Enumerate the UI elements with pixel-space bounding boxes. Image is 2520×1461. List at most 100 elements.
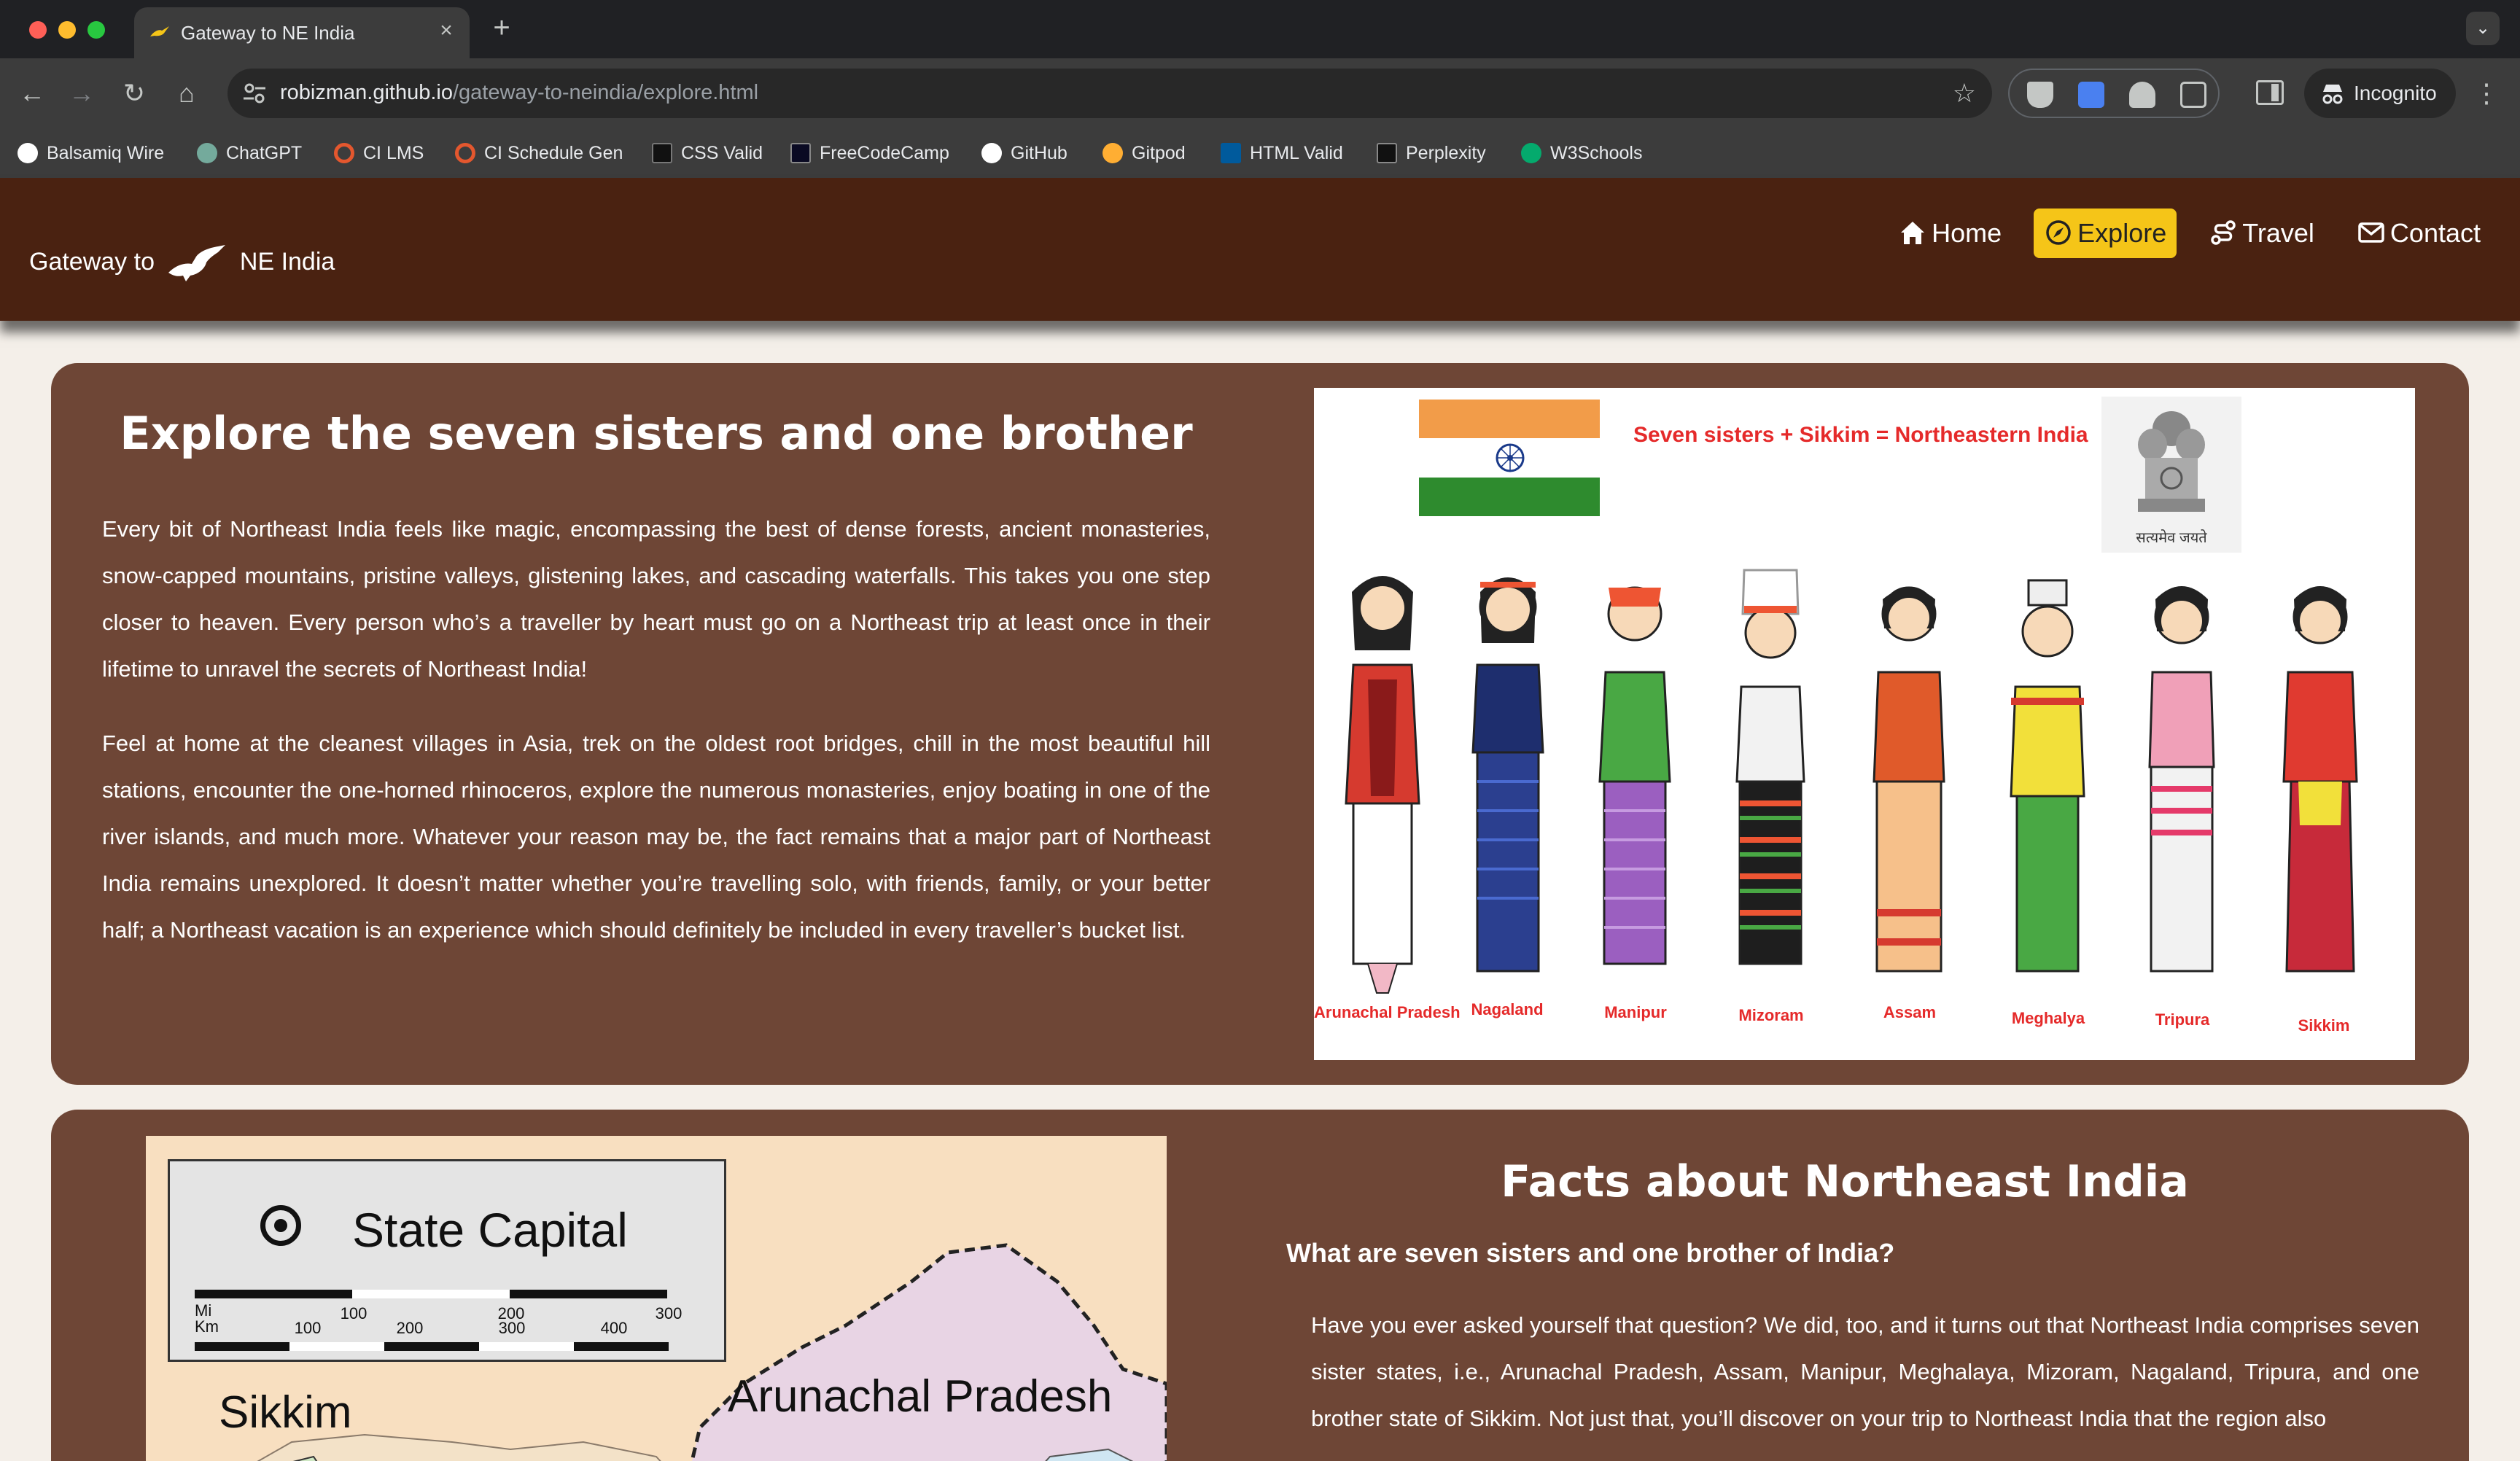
bookmark-label: ChatGPT (226, 143, 303, 163)
manipur-figure (1598, 586, 1671, 965)
bookmark-gitpod[interactable]: Gitpod (1102, 140, 1186, 166)
nav-home[interactable]: Home (1888, 209, 2012, 258)
url-host: robizman.github.io (280, 81, 453, 104)
window-close-button[interactable] (29, 21, 47, 39)
bookmark-html-valid[interactable]: HTML Valid (1221, 140, 1343, 166)
address-bar[interactable]: robizman.github.io/gateway-to-neindia/ex… (228, 69, 1992, 118)
url-path: /gateway-to-neindia/explore.html (452, 81, 759, 104)
map-legend: State Capital Mi Km 100 200 300 100 200 … (168, 1159, 726, 1362)
new-tab-button[interactable]: + (487, 13, 516, 42)
incognito-profile-button[interactable]: Incognito (2304, 69, 2456, 118)
scale-unit-km: Km (195, 1317, 219, 1336)
bookmark-ci-schedule[interactable]: CI Schedule Gen (455, 140, 623, 166)
state-label-nagaland: Nagaland (1471, 1000, 1544, 1018)
brand-text-right: NE India (239, 248, 335, 276)
tab-close-icon[interactable]: × (435, 19, 458, 42)
bookmark-css-valid[interactable]: CSS Valid (652, 140, 763, 166)
compass-icon (2046, 220, 2071, 245)
ci-icon (455, 143, 475, 163)
site-settings-icon[interactable] (242, 82, 267, 105)
site-header: Gateway to NE India Home Explore Travel … (0, 178, 2520, 321)
nav-travel[interactable]: Travel (2198, 209, 2325, 258)
brand-logo-link[interactable]: Gateway to NE India (29, 244, 335, 281)
more-menu-icon[interactable]: ⋮ (2472, 76, 2501, 111)
state-capital-icon (260, 1205, 301, 1246)
w3schools-icon (1521, 143, 1541, 163)
nav-contact[interactable]: Contact (2346, 209, 2491, 258)
nav-label: Explore (2077, 218, 2167, 248)
reload-icon[interactable]: ↻ (115, 74, 153, 112)
legend-label: State Capital (352, 1203, 628, 1257)
shield-extension-icon[interactable] (2027, 82, 2053, 108)
ci-icon (334, 143, 354, 163)
bookmark-w3schools[interactable]: W3Schools (1521, 140, 1642, 166)
facts-question: What are seven sisters and one brother o… (1286, 1238, 1895, 1268)
incognito-icon (2322, 85, 2343, 104)
scale-mi-tick: 300 (656, 1304, 682, 1322)
w3c-icon (1221, 143, 1241, 163)
bookmark-label: CSS Valid (681, 143, 763, 163)
route-icon (2211, 220, 2236, 245)
northeast-india-map: State Capital Mi Km 100 200 300 100 200 … (146, 1136, 1167, 1461)
nav-explore[interactable]: Explore (2034, 209, 2177, 258)
state-label-mizoram: Mizoram (1738, 1006, 1804, 1024)
bookmark-perplexity[interactable]: Perplexity (1377, 140, 1486, 166)
bookmark-ci-lms[interactable]: CI LMS (334, 140, 424, 166)
bird-favicon-icon (150, 26, 169, 36)
bookmark-chatgpt[interactable]: ChatGPT (197, 140, 302, 166)
tab-title: Gateway to NE India (181, 22, 355, 44)
bookmark-label: Gitpod (1132, 143, 1186, 163)
national-emblem-icon: सत्यमेव जयते (2101, 397, 2241, 553)
facts-title: Facts about Northeast India (1501, 1156, 2189, 1207)
arunachal-pradesh-figure (1345, 576, 1420, 994)
scale-km-tick: 300 (499, 1319, 526, 1337)
meghalaya-figure (2010, 579, 2085, 973)
puzzle-extensions-icon[interactable] (2180, 82, 2206, 108)
emblem-motto: सत्यमेव जयते (2136, 530, 2207, 546)
map-scale-bar: Mi Km 100 200 300 100 200 300 400 (195, 1290, 682, 1351)
bookmark-label: FreeCodeCamp (820, 143, 949, 163)
home-icon[interactable]: ⌂ (168, 74, 206, 112)
bookmark-label: GitHub (1011, 143, 1068, 163)
map-label-sikkim: Sikkim (219, 1387, 352, 1438)
window-zoom-button[interactable] (88, 21, 105, 39)
brand-text-left: Gateway to (29, 248, 155, 276)
url-text: robizman.github.io/gateway-to-neindia/ex… (280, 81, 758, 105)
tab-search-chevron-icon[interactable]: ⌄ (2466, 12, 2500, 45)
browser-toolbar: ← → ↻ ⌂ robizman.github.io/gateway-to-ne… (0, 58, 2520, 128)
bookmarks-bar: Balsamiq Wire ChatGPT CI LMS CI Schedule… (0, 128, 2520, 178)
bookmark-label: Perplexity (1406, 143, 1486, 163)
map-label-arunachal: Arunachal Pradesh (728, 1371, 1113, 1422)
explore-title: Explore the seven sisters and one brothe… (120, 407, 1193, 460)
bookmark-star-icon[interactable]: ☆ (1953, 79, 1976, 108)
back-arrow-icon[interactable]: ← (13, 74, 51, 112)
state-label-sikkim: Sikkim (2298, 1016, 2350, 1035)
browser-tab-strip: Gateway to NE India × + ⌄ (0, 0, 2520, 58)
browser-tab[interactable]: Gateway to NE India × (134, 7, 470, 58)
facts-section: State Capital Mi Km 100 200 300 100 200 … (51, 1110, 2469, 1461)
window-minimize-button[interactable] (58, 21, 76, 39)
scale-mi-tick: 100 (341, 1304, 368, 1322)
bookmark-label: W3Schools (1550, 143, 1643, 163)
state-label-tripura: Tripura (2155, 1010, 2210, 1029)
bookmark-label: Balsamiq Wire (47, 143, 165, 163)
bookmark-balsamiq[interactable]: Balsamiq Wire (18, 140, 164, 166)
facts-paragraph: Have you ever asked yourself that questi… (1311, 1312, 2419, 1431)
bookmark-github[interactable]: GitHub (981, 140, 1068, 166)
freecodecamp-icon (790, 143, 811, 163)
assam-figure (1872, 586, 1945, 973)
cloud-extension-icon[interactable] (2129, 82, 2155, 108)
bookmark-freecodecamp[interactable]: FreeCodeCamp (790, 140, 949, 166)
nav-label: Travel (2242, 218, 2314, 248)
chatgpt-icon (197, 143, 217, 163)
css-icon (652, 143, 672, 163)
forward-arrow-icon[interactable]: → (63, 74, 101, 112)
hornbill-bird-icon (168, 245, 226, 281)
state-label-assam: Assam (1883, 1003, 1937, 1021)
extensions-group (2008, 69, 2220, 118)
translate-extension-icon[interactable] (2078, 82, 2104, 108)
indian-flag-icon (1419, 400, 1600, 516)
nagaland-figure (1471, 577, 1544, 973)
side-panel-icon[interactable] (2256, 80, 2284, 105)
scale-km-tick: 400 (601, 1319, 628, 1337)
